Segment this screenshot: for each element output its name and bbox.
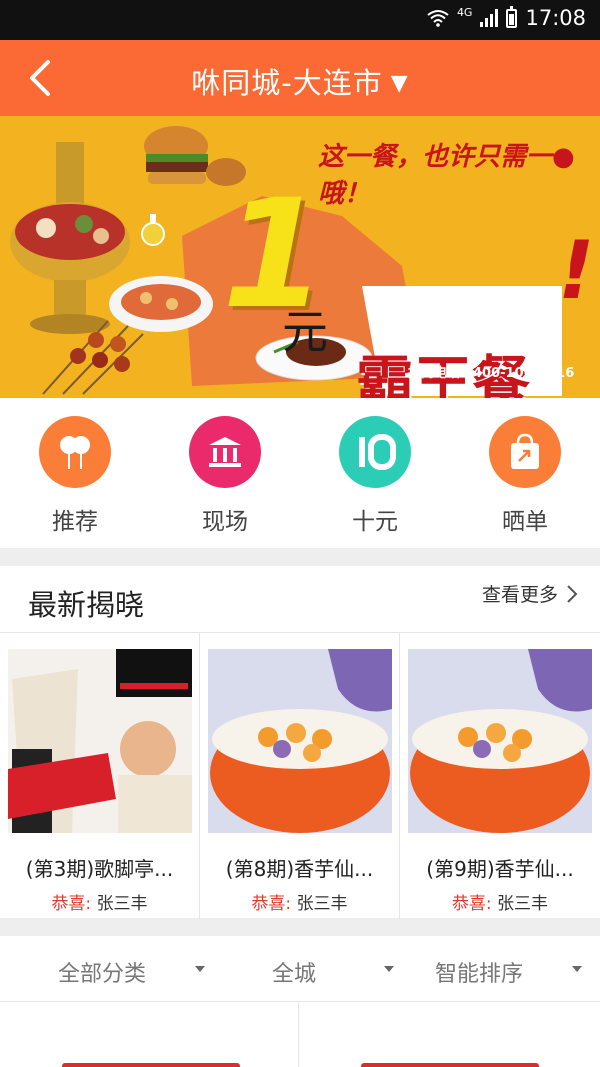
product-image [408,649,592,833]
battery-icon [506,5,518,28]
product-card[interactable]: (第8期)香芋仙... 恭喜: 张三丰 [200,633,400,919]
skewers-image [42,320,144,395]
app-header: 咻同城-大连市 ▼ [0,40,600,116]
filter-sort[interactable]: 智能排序 [435,956,523,988]
category-label: 晒单 [502,509,548,535]
share-bag-icon [489,416,561,488]
chevron-right-icon [567,584,578,603]
filter-area[interactable]: 全城 [272,956,316,988]
category-ten-yuan[interactable]: 十元 [315,416,435,536]
caret-down-icon: ▼ [390,71,409,96]
caret-down-icon [195,966,205,972]
winner-label: 恭喜: [451,894,492,914]
product-card[interactable]: (第3期)歌脚亭... 恭喜: 张三丰 [0,633,200,919]
category-label: 现场 [202,509,248,535]
promo-exclaim: ! [558,224,595,317]
winner-label: 恭喜: [51,894,92,914]
promo-price-unit: 元 [282,305,328,359]
product-name: (第8期)香芋仙... [225,857,374,881]
category-label: 推荐 [52,509,98,535]
network-label: 4G [456,5,473,19]
ten-icon [339,416,411,488]
promo-phone: 招商电话：400-106-1016 [408,366,575,381]
caret-down-icon [384,966,394,972]
category-nav: 推荐 现场 十元 晒单 [0,398,600,548]
winner-label: 恭喜: [251,894,292,914]
balloon-icon [39,416,111,488]
product-row: (第3期)歌脚亭... 恭喜: 张三丰 (第8期)香芋仙... 恭喜: 张三丰 [0,632,600,919]
category-live[interactable]: 现场 [165,416,285,536]
clock: 17:08 [525,6,586,30]
winner-name: 张三丰 [296,894,348,914]
product-name: (第9期)香芋仙... [426,857,574,881]
view-more-link[interactable]: 查看更多 [482,580,578,607]
winner-name: 张三丰 [497,894,549,914]
winner-line: 恭喜: 张三丰 [0,889,199,914]
newest-section: 最新揭晓 查看更多 (第3期)歌脚亭... 恭喜: 张三丰 (第8期)香芋仙..… [0,566,600,919]
category-label: 十元 [352,509,398,535]
caret-down-icon [572,966,582,972]
list-item[interactable] [301,1002,600,1067]
wifi-icon [427,10,449,27]
product-list [0,1002,600,1067]
winner-line: 恭喜: 张三丰 [400,889,600,914]
status-bar: 4G 17:08 [0,0,600,40]
view-more-label: 查看更多 [481,584,558,606]
list-item-top-strip [361,1063,539,1067]
list-item[interactable] [0,1002,299,1067]
city-selector[interactable]: 咻同城-大连市 ▼ [0,60,600,102]
section-title: 最新揭晓 [28,588,145,622]
product-name: (第3期)歌脚亭... [25,857,174,881]
product-image [208,649,392,833]
product-image [8,649,192,833]
winner-name: 张三丰 [96,894,148,914]
category-share-order[interactable]: 晒单 [465,416,585,536]
category-recommend[interactable]: 推荐 [15,416,135,536]
promo-slogan: 这一餐，也许只需一●哦！ [318,142,575,209]
winner-line: 恭喜: 张三丰 [200,889,399,914]
product-card[interactable]: (第9期)香芋仙... 恭喜: 张三丰 [400,633,600,919]
promo-banner[interactable]: 这一餐，也许只需一●哦！ 1 元 霸王餐 ! 招商电话：400-106-1016 [0,116,600,398]
signal-icon [480,9,499,27]
filter-bar: 全部分类 全城 智能排序 [0,936,600,1002]
city-title-label: 咻同城-大连市 [191,66,383,100]
bank-icon [189,416,261,488]
sauce-flask-image [141,214,165,246]
filter-category[interactable]: 全部分类 [58,956,146,988]
list-item-top-strip [62,1063,240,1067]
